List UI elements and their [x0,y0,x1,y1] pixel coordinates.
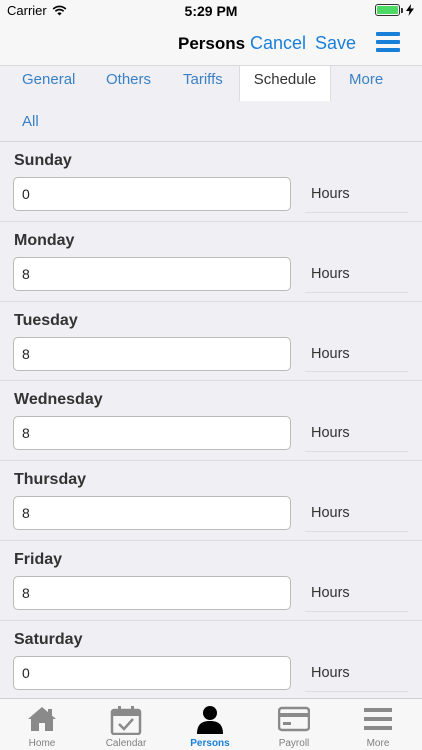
saturday-hours-input[interactable] [13,655,291,690]
person-icon [197,706,223,734]
day-label: Monday [14,231,75,249]
hours-unit-label: Hours [311,505,350,522]
tab-tariffs[interactable]: Tariffs [183,71,223,88]
tab-bar-label: Persons [190,738,230,749]
tab-schedule[interactable]: Schedule [239,66,331,101]
tab-bar-persons[interactable]: Persons [168,699,252,750]
schedule-row-thursday: Thursday Hours [0,461,422,541]
battery-icon [375,4,403,16]
tab-bar-payroll[interactable]: Payroll [252,699,336,750]
menu-icon [364,708,392,730]
tab-bar-label: Calendar [105,738,147,749]
cancel-button[interactable]: Cancel [250,33,306,54]
home-icon [28,707,56,731]
wednesday-hours-input[interactable] [13,416,291,451]
schedule-row-friday: Friday Hours [0,541,422,621]
day-label: Saturday [14,630,83,648]
tab-bar-home[interactable]: Home [0,699,84,750]
day-label: Sunday [14,152,72,169]
status-time: 5:29 PM [184,3,238,19]
hours-unit-label: Hours [311,345,350,362]
tab-bar-more[interactable]: More [336,699,420,750]
tab-others[interactable]: Others [106,71,151,88]
hours-unit-label: Hours [311,584,350,601]
bottom-tab-bar: Home Calendar Persons Payroll More [0,698,422,750]
hamburger-menu-icon[interactable] [376,32,400,54]
tab-bar-label: More [366,738,390,749]
divider [305,291,408,293]
schedule-row-monday: Monday Hours [0,222,422,302]
hours-unit-label: Hours [311,186,350,202]
status-bar: Carrier 5:29 PM [0,0,422,22]
tab-more[interactable]: More [349,71,383,88]
tab-bar-label: Payroll [278,738,310,749]
calendar-icon [110,706,142,735]
section-tabs: General Others Tariffs Schedule More All [0,66,422,142]
schedule-row-wednesday: Wednesday Hours [0,381,422,462]
tab-bar-label: Home [28,738,56,749]
friday-hours-input[interactable] [13,575,291,610]
tab-bar-calendar[interactable]: Calendar [84,699,168,750]
hours-unit-label: Hours [311,425,350,442]
hours-unit-label: Hours [311,664,350,681]
tab-all[interactable]: All [22,113,39,130]
navigation-bar: Persons Cancel Save [0,22,422,66]
schedule-row-sunday: Sunday Hours [0,142,422,222]
day-label: Thursday [14,471,87,489]
schedule-list: Sunday Hours Monday Hours Tuesday Hours … [0,142,422,701]
credit-card-icon [278,706,310,732]
divider [305,451,408,453]
tab-general[interactable]: General [22,71,75,88]
day-label: Wednesday [14,391,103,409]
status-right [375,4,414,16]
page-title: Persons [178,34,246,53]
divider [305,610,408,612]
divider [305,530,408,532]
tuesday-hours-input[interactable] [13,336,291,371]
thursday-hours-input[interactable] [13,496,291,531]
save-button[interactable]: Save [315,33,356,54]
hours-unit-label: Hours [311,265,350,282]
charging-bolt-icon [406,4,414,16]
divider [305,371,408,373]
monday-hours-input[interactable] [13,256,291,291]
sunday-hours-input[interactable] [13,177,291,211]
schedule-row-saturday: Saturday Hours [0,621,422,701]
schedule-row-tuesday: Tuesday Hours [0,302,422,382]
divider [305,690,408,692]
day-label: Friday [14,550,63,568]
divider [305,211,408,213]
day-label: Tuesday [14,311,78,329]
